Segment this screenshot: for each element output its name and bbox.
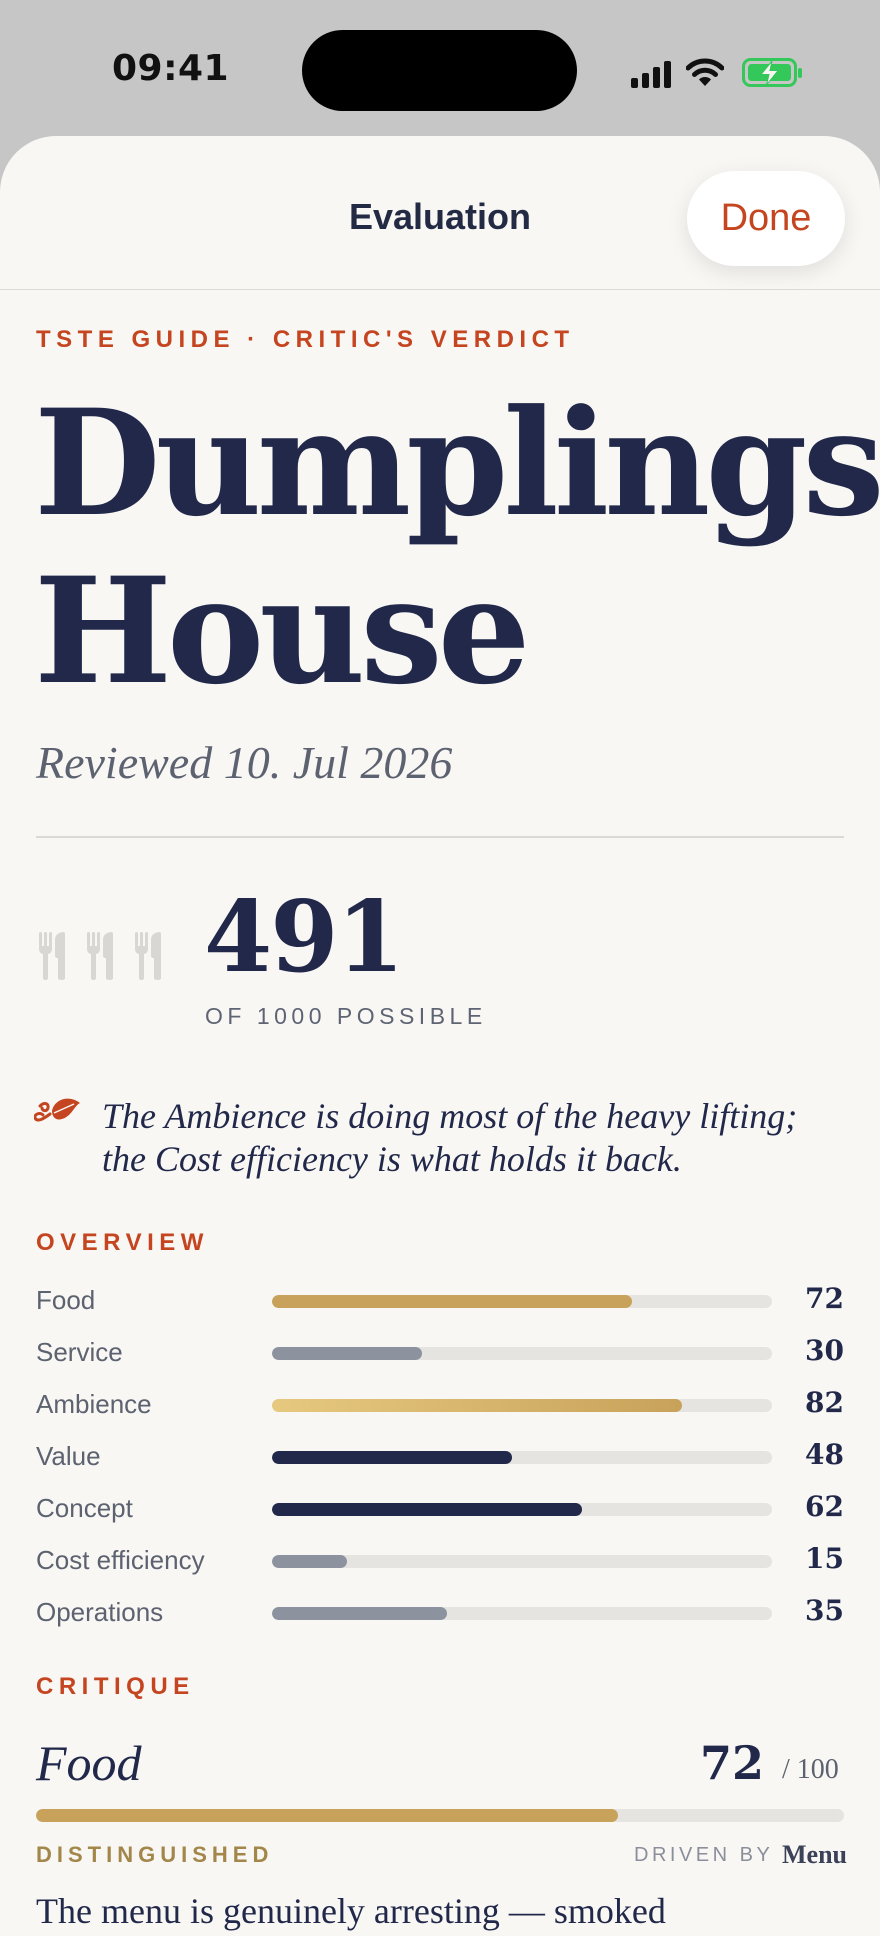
- driven-by-value: Menu: [782, 1840, 847, 1869]
- critique-item-bar-fill: [36, 1809, 618, 1822]
- critique-label: CRITIQUE: [36, 1673, 195, 1700]
- overview-row-value: 48: [805, 1438, 844, 1471]
- overview-row: Operations 35: [36, 1586, 844, 1638]
- overview-row-bar: [272, 1295, 772, 1308]
- overview-row-value: 62: [805, 1490, 844, 1523]
- battery-charging-icon: [742, 58, 802, 87]
- overview-row-bar-fill: [272, 1451, 512, 1464]
- overview-row: Concept 62: [36, 1482, 844, 1534]
- restaurant-name-line2: House: [34, 546, 531, 717]
- divider: [36, 836, 844, 838]
- overview-row-label: Value: [36, 1441, 101, 1471]
- overview-row: Food 72: [36, 1274, 844, 1326]
- critique-item-score: 72: [700, 1736, 765, 1790]
- critique-item-body: The menu is genuinely arresting — smoked: [36, 1891, 666, 1931]
- fork-knife-icon: [86, 932, 116, 985]
- overview-row-bar: [272, 1555, 772, 1568]
- overview-row-label: Service: [36, 1337, 123, 1367]
- overview-row-bar: [272, 1503, 772, 1516]
- overview-row: Value 48: [36, 1430, 844, 1482]
- restaurant-name: Dumplings House: [34, 380, 880, 716]
- overview-row-bar: [272, 1399, 772, 1412]
- overview-row-value: 15: [805, 1542, 844, 1575]
- score-caption: OF 1000 POSSIBLE: [205, 1003, 487, 1029]
- overview-row-value: 72: [805, 1282, 844, 1315]
- overview-row-bar: [272, 1607, 772, 1620]
- critique-item-max: / 100: [782, 1754, 839, 1785]
- overview-row-bar: [272, 1451, 772, 1464]
- fork-knife-icon: [134, 932, 164, 985]
- reviewed-date: Reviewed 10. Jul 2026: [36, 737, 453, 788]
- overview-row-label: Food: [36, 1285, 96, 1315]
- overview-row-bar-fill: [272, 1295, 632, 1308]
- overview-row-bar: [272, 1347, 772, 1360]
- wifi-icon: [686, 58, 724, 86]
- overview-row: Service 30: [36, 1326, 844, 1378]
- overview-row-value: 30: [805, 1334, 844, 1367]
- overview-row: Cost efficiency 15: [36, 1534, 844, 1586]
- critique-item-bar: [36, 1809, 844, 1822]
- dynamic-island: [302, 30, 577, 111]
- sheet-header: Evaluation Done: [0, 136, 880, 290]
- overview-label: OVERVIEW: [36, 1229, 209, 1256]
- overview-row-bar-fill: [272, 1555, 347, 1568]
- status-time: 09:41: [112, 48, 230, 89]
- overview-row-bar-fill: [272, 1607, 447, 1620]
- status-bar: 09:41: [0, 0, 880, 140]
- fork-knife-icon: [38, 932, 68, 985]
- cellular-signal-icon: [631, 61, 671, 88]
- driven-by-label: DRIVEN BY: [634, 1844, 774, 1866]
- overview-row-label: Ambience: [36, 1389, 152, 1419]
- critique-item-title: Food: [36, 1735, 142, 1791]
- overview-row-bar-fill: [272, 1503, 582, 1516]
- overview-row-bar-fill: [272, 1399, 682, 1412]
- overview-row-label: Operations: [36, 1597, 164, 1627]
- overview-row-value: 82: [805, 1386, 844, 1419]
- overview-row-bar-fill: [272, 1347, 422, 1360]
- verdict-quote: The Ambience is doing most of the heavy …: [102, 1096, 798, 1179]
- guide-kicker: TSTE GUIDE · CRITIC'S VERDICT: [36, 326, 575, 353]
- critique-item-tier: DISTINGUISHED: [36, 1842, 274, 1867]
- total-score: 491: [204, 880, 405, 995]
- restaurant-name-line1: Dumplings: [34, 378, 880, 549]
- overview-row-label: Concept: [36, 1493, 133, 1523]
- overview-row: Ambience 82: [36, 1378, 844, 1430]
- overview-row-value: 35: [805, 1594, 844, 1627]
- overview-row-label: Cost efficiency: [36, 1545, 205, 1575]
- leaf-icon: [33, 1094, 82, 1133]
- done-button[interactable]: Done: [687, 171, 845, 266]
